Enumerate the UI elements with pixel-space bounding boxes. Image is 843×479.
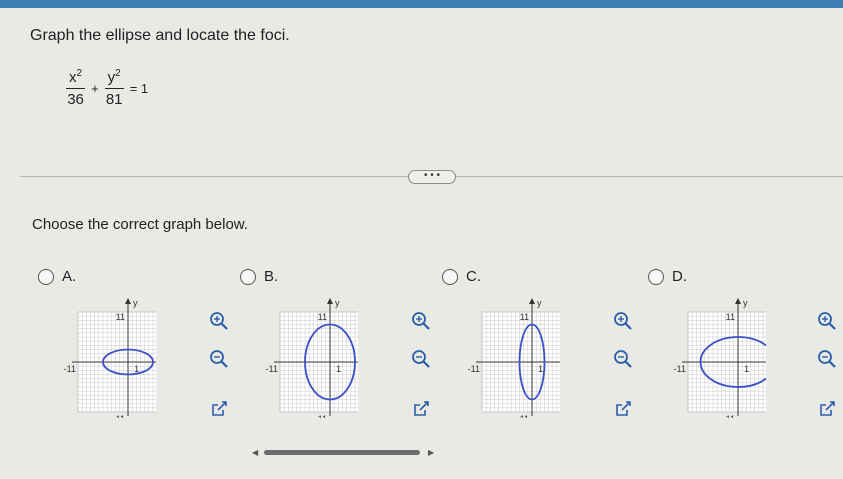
equation: x2 36 + y2 81 = 1 [62, 68, 150, 108]
x-one-tick-label: 1 [538, 364, 543, 374]
equals-one: = 1 [129, 80, 149, 96]
graph-option-a: yx11-11-111 [6, 288, 192, 424]
y-min-tick-label: -11 [315, 414, 327, 418]
fraction-y: y2 81 [104, 68, 124, 108]
y-min-tick-label: -11 [517, 414, 529, 418]
horizontal-scrollbar[interactable]: ◀ ▶ [250, 446, 440, 458]
option-c[interactable]: C. [442, 268, 481, 285]
show-more-button[interactable]: • • • [408, 170, 456, 184]
x-min-tick-label: -11 [468, 364, 480, 374]
option-letter: A. [62, 268, 77, 285]
x-min-tick-label: -11 [266, 364, 278, 374]
zoom-in-icon[interactable] [816, 310, 838, 332]
plus-sign: + [91, 80, 99, 96]
top-bar [0, 0, 843, 8]
y-axis-arrow-icon [735, 298, 741, 304]
y-axis-label: y [743, 298, 748, 308]
y-min-tick-label: -11 [113, 414, 125, 418]
option-letter: D. [672, 268, 687, 285]
y-min-tick-label: -11 [723, 414, 735, 418]
y-axis-label: y [133, 298, 138, 308]
x-one-tick-label: 1 [336, 364, 341, 374]
graph-option-d: yx11-11-111 [616, 288, 802, 424]
scroll-left-arrow-icon[interactable]: ◀ [252, 448, 258, 457]
x-one-tick-label: 1 [744, 364, 749, 374]
graph-option-c: yx11-11-111 [410, 288, 596, 424]
y-max-tick-label: 11 [726, 312, 735, 322]
y-max-tick-label: 11 [520, 312, 529, 322]
scroll-right-arrow-icon[interactable]: ▶ [428, 448, 434, 457]
radio-button[interactable] [240, 268, 256, 285]
y-axis-label: y [335, 298, 340, 308]
fraction-x: x2 36 [66, 68, 86, 108]
y-max-tick-label: 11 [318, 312, 327, 322]
radio-button[interactable] [38, 268, 54, 285]
y-axis-arrow-icon [125, 298, 131, 304]
option-letter: B. [264, 268, 279, 285]
radio-button[interactable] [442, 268, 458, 285]
y-axis-arrow-icon [529, 298, 535, 304]
y-axis-arrow-icon [327, 298, 333, 304]
external-link-icon[interactable] [816, 398, 838, 420]
prompt-text: Choose the correct graph below. [32, 216, 248, 233]
x-one-tick-label: 1 [134, 364, 139, 374]
x-min-tick-label: -11 [64, 364, 76, 374]
x-min-tick-label: -11 [674, 364, 686, 374]
graph-option-b: yx11-11-111 [208, 288, 394, 424]
y-axis-label: y [537, 298, 542, 308]
scroll-thumb[interactable] [264, 450, 420, 455]
option-letter: C. [466, 268, 481, 285]
question-text: Graph the ellipse and locate the foci. [30, 27, 290, 44]
radio-button[interactable] [648, 268, 664, 285]
y-max-tick-label: 11 [116, 312, 125, 322]
zoom-out-icon[interactable] [816, 348, 838, 370]
option-b[interactable]: B. [240, 268, 278, 285]
option-a[interactable]: A. [38, 268, 76, 285]
option-d[interactable]: D. [648, 268, 687, 285]
